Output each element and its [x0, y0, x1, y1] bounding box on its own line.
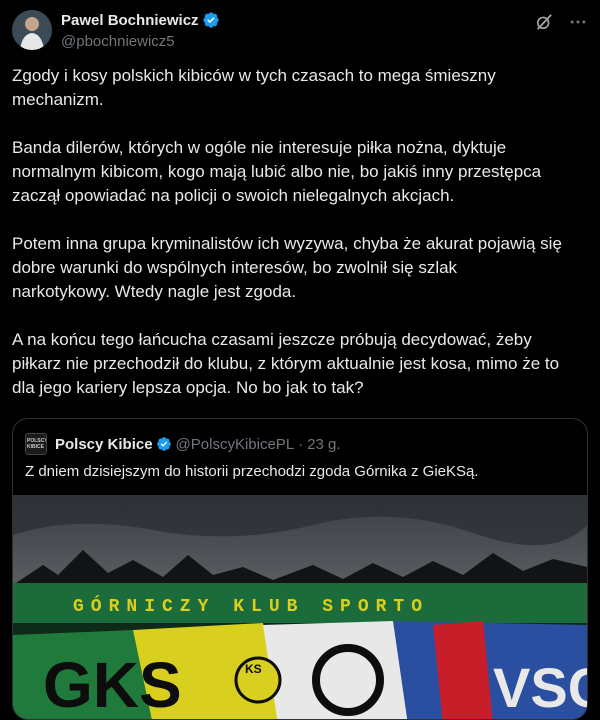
author-display-name[interactable]: Pawel Bochniewicz — [61, 11, 220, 29]
grok-icon[interactable] — [534, 12, 554, 32]
verified-badge-icon — [202, 12, 219, 28]
quoted-tweet-header: POLSCY KIBICE Polscy Kibice @PolscyKibic… — [25, 433, 341, 455]
tweet-text: Zgody i kosy polskich kibiców w tych cza… — [12, 66, 562, 397]
banner-text: GÓRNICZY KLUB SPORTO — [73, 595, 429, 617]
flag-text-gks: GKS — [43, 649, 182, 720]
quoted-separator: · — [298, 435, 304, 453]
quoted-handle[interactable]: @PolscyKibicePL — [176, 436, 295, 453]
header-actions — [534, 12, 588, 32]
flag-text-vsc: VSC — [493, 656, 587, 719]
flag-text-ks: KS — [245, 662, 262, 676]
verified-badge-icon — [156, 437, 171, 451]
more-dots-icon[interactable] — [568, 12, 588, 32]
author-avatar[interactable] — [12, 10, 52, 50]
quoted-tweet[interactable]: POLSCY KIBICE Polscy Kibice @PolscyKibic… — [12, 418, 588, 720]
author-name-block: Pawel Bochniewicz @pbochniewicz5 — [61, 11, 220, 50]
author-display-name-text: Pawel Bochniewicz — [61, 11, 199, 29]
quoted-author-avatar[interactable]: POLSCY KIBICE — [25, 433, 47, 455]
quoted-avatar-text: POLSCY KIBICE — [27, 438, 47, 450]
author-handle[interactable]: @pbochniewicz5 — [61, 33, 220, 50]
tweet-header: Pawel Bochniewicz @pbochniewicz5 — [12, 10, 588, 52]
quoted-tweet-image[interactable]: GÓRNICZY KLUB SPORTO GKS KS VSC — [13, 495, 587, 720]
quoted-display-name[interactable]: Polscy Kibice — [55, 436, 153, 453]
quoted-tweet-text: Z dniem dzisiejszym do historii przechod… — [25, 463, 479, 480]
quoted-timestamp[interactable]: 23 g. — [307, 436, 340, 453]
